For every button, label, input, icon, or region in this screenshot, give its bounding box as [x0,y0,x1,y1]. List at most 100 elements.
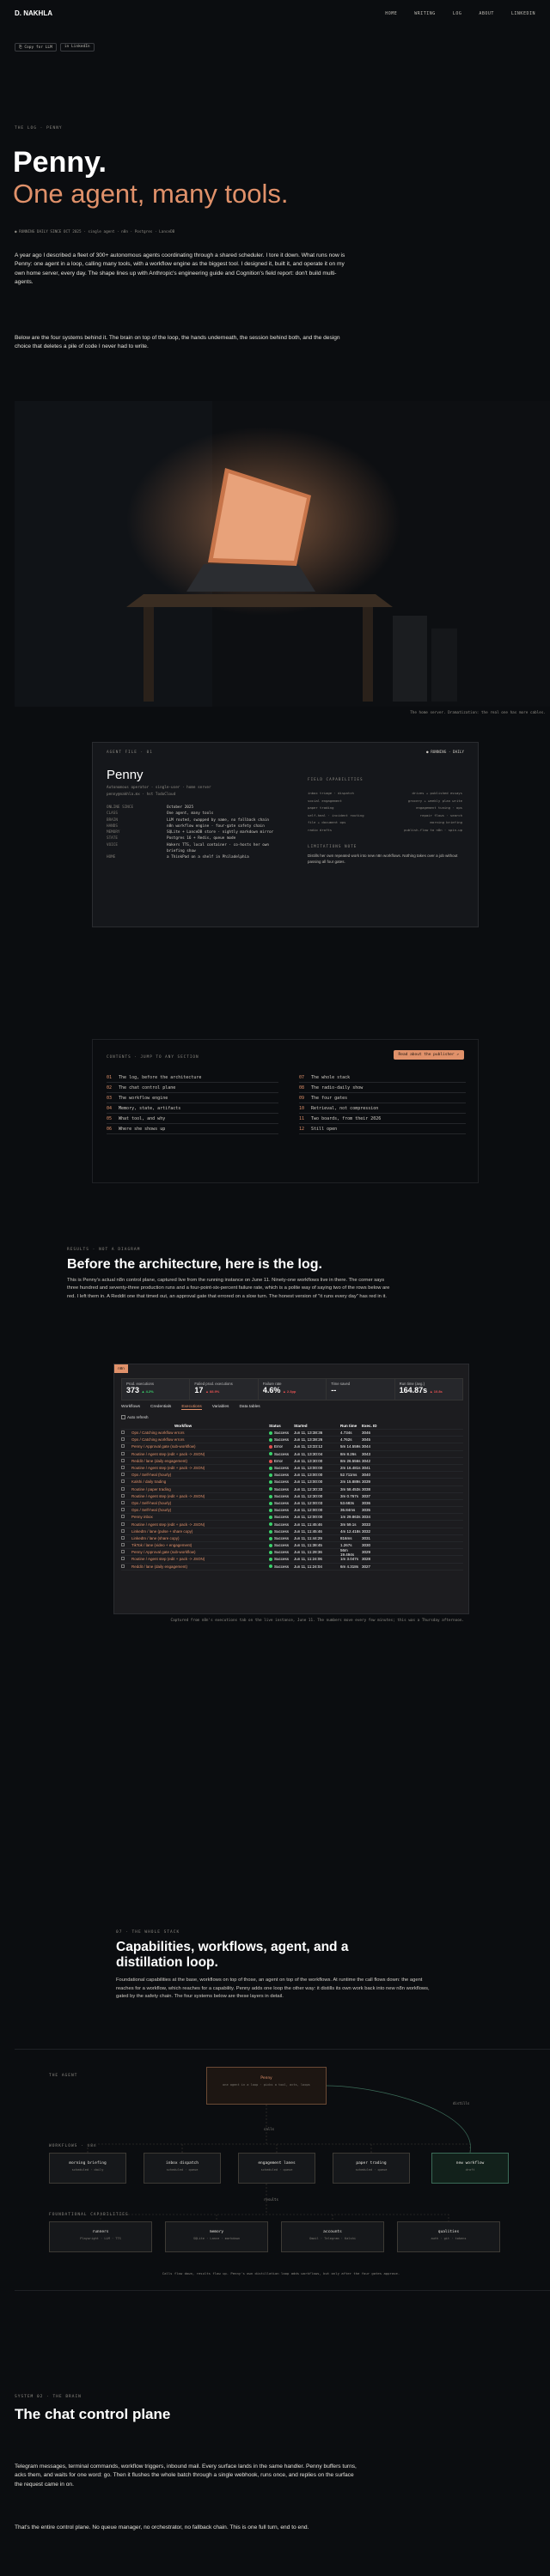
table-row[interactable]: Ops / Self-heal (hourly) Success Jun 11, 1… [121,1500,463,1508]
runtime-cell: 3m 0.767s [340,1493,359,1498]
toc-item[interactable]: 05 What tool, and why [107,1114,278,1124]
stat-prod-executions[interactable]: Prod. executions 373 ▲ 4.2% [122,1379,191,1400]
workflow-name[interactable]: TikTok / lane (video + engagement) [131,1543,269,1547]
success-status-icon [269,1431,272,1435]
toc-item[interactable]: 03 The workflow engine [107,1093,278,1103]
table-row[interactable]: TikTok / lane (video + engagement) Succes… [121,1542,463,1550]
tab-variables[interactable]: Variables [212,1405,229,1410]
table-row[interactable]: LinkedIn / lane (share copy) Success Jun 1… [121,1535,463,1542]
site-header: D. NAKHLA HOME WRITING LOG ABOUT LINKEDI… [0,0,550,29]
tab-credentials[interactable]: Credentials [150,1405,171,1410]
workflow-name[interactable]: Routine / Agent step (edit + pack -> JSO… [131,1494,269,1498]
workflow-name[interactable]: Ops / Self-heal (hourly) [131,1501,269,1505]
nav-about[interactable]: ABOUT [479,11,494,16]
workflow-name[interactable]: Reddit / lane (daily engagement) [131,1564,269,1569]
workflow-name[interactable]: Ops / Catching workflow errors [131,1437,269,1442]
table-row[interactable]: Reddit / lane (daily engagement) Error Jun… [121,1458,463,1465]
control-kicker: SYSTEM 02 · THE BRAIN [15,2395,82,2399]
table-row[interactable]: Ops / Catching workflow errors Success Jun… [121,1430,463,1437]
toc-item[interactable]: 11 Two boards, from their 2026 [299,1114,466,1124]
table-row[interactable]: Routine / Agent step (edit + pack -> JSO… [121,1556,463,1564]
nav-writing[interactable]: WRITING [414,11,436,16]
started-cell: Jun 11, 13:00:00 [294,1473,323,1478]
server-photo [15,401,550,707]
hero-paragraph-1: A year ago I described a fleet of 300+ a… [15,252,345,286]
workflow-name[interactable]: Routine / Agent step (edit + pack -> JSO… [131,1557,269,1561]
table-row[interactable]: Routine / Agent step (edit + pack -> JSO… [121,1493,463,1500]
workflow-name[interactable]: Ops / Self-heal (hourly) [131,1473,269,1477]
workflow-name[interactable]: Routine / Agent step (edit + pack -> JSO… [131,1466,269,1470]
toc-item[interactable]: 10 Retrieval, not compression [299,1103,466,1114]
workflow-name[interactable]: Routine / Agent step (edit + pack -> JSO… [131,1522,269,1527]
table-row[interactable]: Ops / Catching workflow errors Success Jun… [121,1437,463,1444]
auto-refresh-toggle[interactable]: Auto refresh [121,1415,149,1420]
brand-logo[interactable]: D. NAKHLA [15,9,52,17]
tab-data-tables[interactable]: Data tables [239,1405,260,1410]
started-cell: Jun 11, 11:28:36 [294,1550,322,1555]
stat-time-saved[interactable]: Time saved -- [327,1379,395,1400]
exec-id-cell: 3037 [362,1493,371,1498]
linkedin-button[interactable]: in LinkedIn [59,43,95,52]
workflow-name[interactable]: Ops / Self-heal (hourly) [131,1508,269,1512]
table-row[interactable]: Penny / Approval gate (sub-workflow) Succ… [121,1548,463,1557]
limits-title: LIMITATIONS NOTE [308,845,358,849]
toc-item[interactable]: 09 The four gates [299,1093,466,1103]
spec-row: HOME a ThinkPad on a shelf in Philadelphi… [107,855,249,860]
workflow-name[interactable]: LinkedIn / lane (share copy) [131,1536,269,1540]
stat-failed-executions[interactable]: Failed prod. executions 17 ▲ 88.9% [190,1379,259,1400]
workflow-name[interactable]: Penny / Approval gate (sub-workflow) [131,1550,269,1554]
toc-item[interactable]: 06 Where she shows up [107,1124,278,1134]
exec-id-cell: 3042 [362,1458,371,1463]
workflow-name[interactable]: Kalshi / daily trading [131,1479,269,1484]
workflow-name[interactable]: LinkedIn / lane (pulse + share copy) [131,1529,269,1534]
nav-linkedin[interactable]: LINKEDIN [511,11,535,16]
table-row[interactable]: Reddit / lane (daily engagement) Success J… [121,1564,463,1571]
toc-item[interactable]: 07 The whole stack [299,1072,466,1083]
photo-caption: The home server. Dramatization: the real… [410,711,546,715]
log-paragraph: This is Penny's actual n8n control plane… [67,1278,390,1299]
runtime-cell: 2m 16.481s [340,1466,361,1471]
table-row[interactable]: Ops / Self-heal (hourly) Success Jun 11, 1… [121,1507,463,1515]
success-status-icon [269,1473,272,1478]
success-status-icon [269,1558,272,1562]
exec-id-cell: 3044 [362,1444,371,1449]
toc-item[interactable]: 08 The radio-daily show [299,1083,466,1093]
exec-id-cell: 3031 [362,1535,371,1540]
success-status-icon [269,1501,272,1505]
table-row[interactable]: LinkedIn / lane (pulse + share copy) Succ… [121,1528,463,1535]
exec-id-cell: 3045 [362,1437,371,1443]
workflow-name[interactable]: Penny inbox [131,1515,269,1519]
publisher-link-button[interactable]: Read about the publisher ↗ [393,1050,464,1060]
started-cell: Jun 11, 12:00:00 [294,1515,323,1520]
stat-run-time[interactable]: Run time (avg.) 164.87s ▲ 10.8s [395,1379,462,1400]
nav-log[interactable]: LOG [453,11,462,16]
copy-for-llm-button[interactable]: ⎘ Copy for LLM [15,43,57,52]
spec-row: VOICE Hakers TTS, local container · co-ho… [107,842,269,854]
toc-item[interactable]: 04 Memory, state, artifacts [107,1103,278,1114]
table-row[interactable]: Routine / Agent step (edit + pack -> JSO… [121,1465,463,1473]
table-row[interactable]: Ops / Self-heal (hourly) Success Jun 11, 1… [121,1472,463,1479]
toc-item[interactable]: 01 The log, before the architecture [107,1072,278,1083]
table-row[interactable]: Routine / Agent step (edit + pack -> JSO… [121,1521,463,1528]
diagram-footnote: Calls flow down, results flow up. Penny'… [162,2271,400,2275]
table-row[interactable]: Penny inbox Success Jun 11, 12:00:00 1m 29.… [121,1514,463,1522]
table-row[interactable]: Routine / paper trading Success Jun 11, 12… [121,1486,463,1493]
status-cell: Success [269,1431,294,1435]
table-row[interactable]: Penny / Approval gate (sub-workflow) Erro… [121,1443,463,1451]
stat-failure-rate[interactable]: Failure rate 4.6% ▲ 2.3pp [259,1379,327,1400]
table-row[interactable]: Routine / Agent step (edit + pack -> JSO… [121,1451,463,1458]
n8n-logo: n8n [114,1364,128,1373]
toc-item[interactable]: 02 The chat control plane [107,1083,278,1093]
workflow-name[interactable]: Ops / Catching workflow errors [131,1431,269,1435]
workflow-name[interactable]: Penny / Approval gate (sub-workflow) [131,1444,269,1449]
tab-workflows[interactable]: Workflows [121,1405,140,1410]
toc-item[interactable]: 12 Still open [299,1124,466,1134]
status-cell: Success [269,1466,294,1470]
workflow-name[interactable]: Routine / Agent step (edit + pack -> JSO… [131,1452,269,1456]
table-row[interactable]: Kalshi / daily trading Success Jun 11, 13:… [121,1479,463,1486]
nav-home[interactable]: HOME [385,11,397,16]
workflow-name[interactable]: Reddit / lane (daily engagement) [131,1459,269,1463]
workflow-name[interactable]: Routine / paper trading [131,1487,269,1492]
tab-executions[interactable]: Executions [181,1405,202,1410]
status-cell: Success [269,1557,294,1561]
